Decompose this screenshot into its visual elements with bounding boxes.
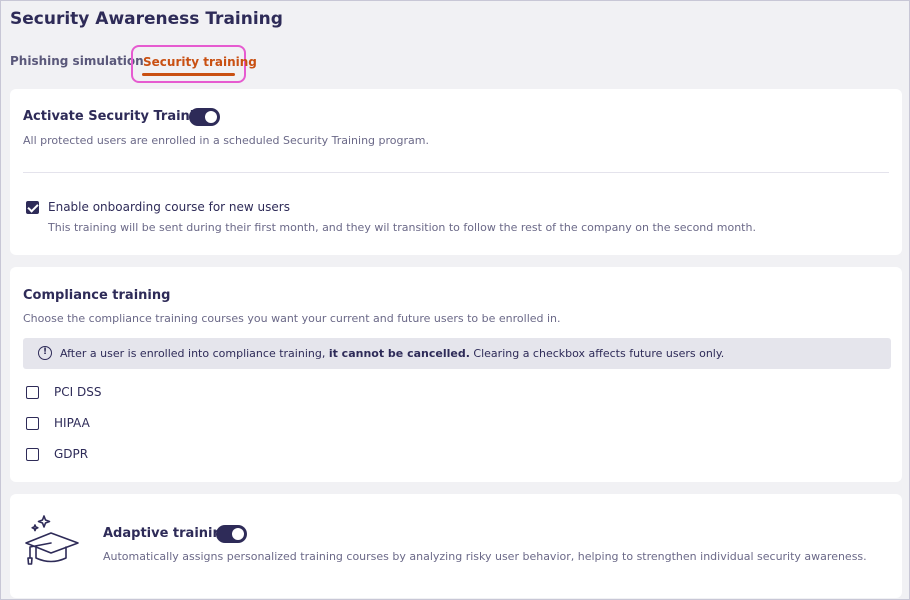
gdpr-label: GDPR	[54, 447, 89, 461]
tab-phishing-simulation[interactable]: Phishing simulation	[10, 54, 144, 68]
onboarding-checkbox[interactable]	[26, 201, 39, 214]
compliance-title: Compliance training	[23, 288, 171, 303]
notice-suffix: Clearing a checkbox affects future users…	[473, 347, 725, 360]
compliance-description: Choose the compliance training courses y…	[23, 312, 561, 325]
notice-text: After a user is enrolled into compliance…	[60, 347, 724, 360]
activate-training-card: Activate Security Training All protected…	[10, 89, 902, 255]
notice-bold: it cannot be cancelled.	[328, 347, 470, 360]
adaptive-title: Adaptive training	[103, 526, 232, 541]
info-circle-icon: !	[38, 346, 52, 360]
adaptive-training-card: Adaptive training Automatically assigns …	[10, 494, 902, 598]
pci-dss-checkbox[interactable]	[26, 386, 39, 399]
onboarding-description: This training will be sent during their …	[48, 221, 756, 234]
activate-description: All protected users are enrolled in a sc…	[23, 134, 429, 147]
onboarding-label: Enable onboarding course for new users	[48, 200, 290, 214]
gdpr-checkbox[interactable]	[26, 448, 39, 461]
hipaa-checkbox[interactable]	[26, 417, 39, 430]
activate-title: Activate Security Training	[23, 109, 213, 124]
active-tab-underline	[142, 73, 235, 76]
compliance-training-card: Compliance training Choose the complianc…	[10, 267, 902, 482]
page-title: Security Awareness Training	[10, 9, 283, 29]
hipaa-label: HIPAA	[54, 416, 90, 430]
pci-dss-label: PCI DSS	[54, 385, 102, 399]
activate-toggle[interactable]	[189, 108, 220, 126]
notice-prefix: After a user is enrolled into compliance…	[60, 347, 326, 360]
compliance-notice: ! After a user is enrolled into complian…	[23, 338, 891, 369]
tab-security-training[interactable]: Security training	[143, 55, 257, 69]
adaptive-description: Automatically assigns personalized train…	[103, 550, 867, 563]
graduation-cap-icon	[25, 515, 79, 565]
adaptive-toggle[interactable]	[216, 525, 247, 543]
divider	[23, 172, 889, 173]
tab-highlight-outline: Security training	[131, 45, 257, 83]
